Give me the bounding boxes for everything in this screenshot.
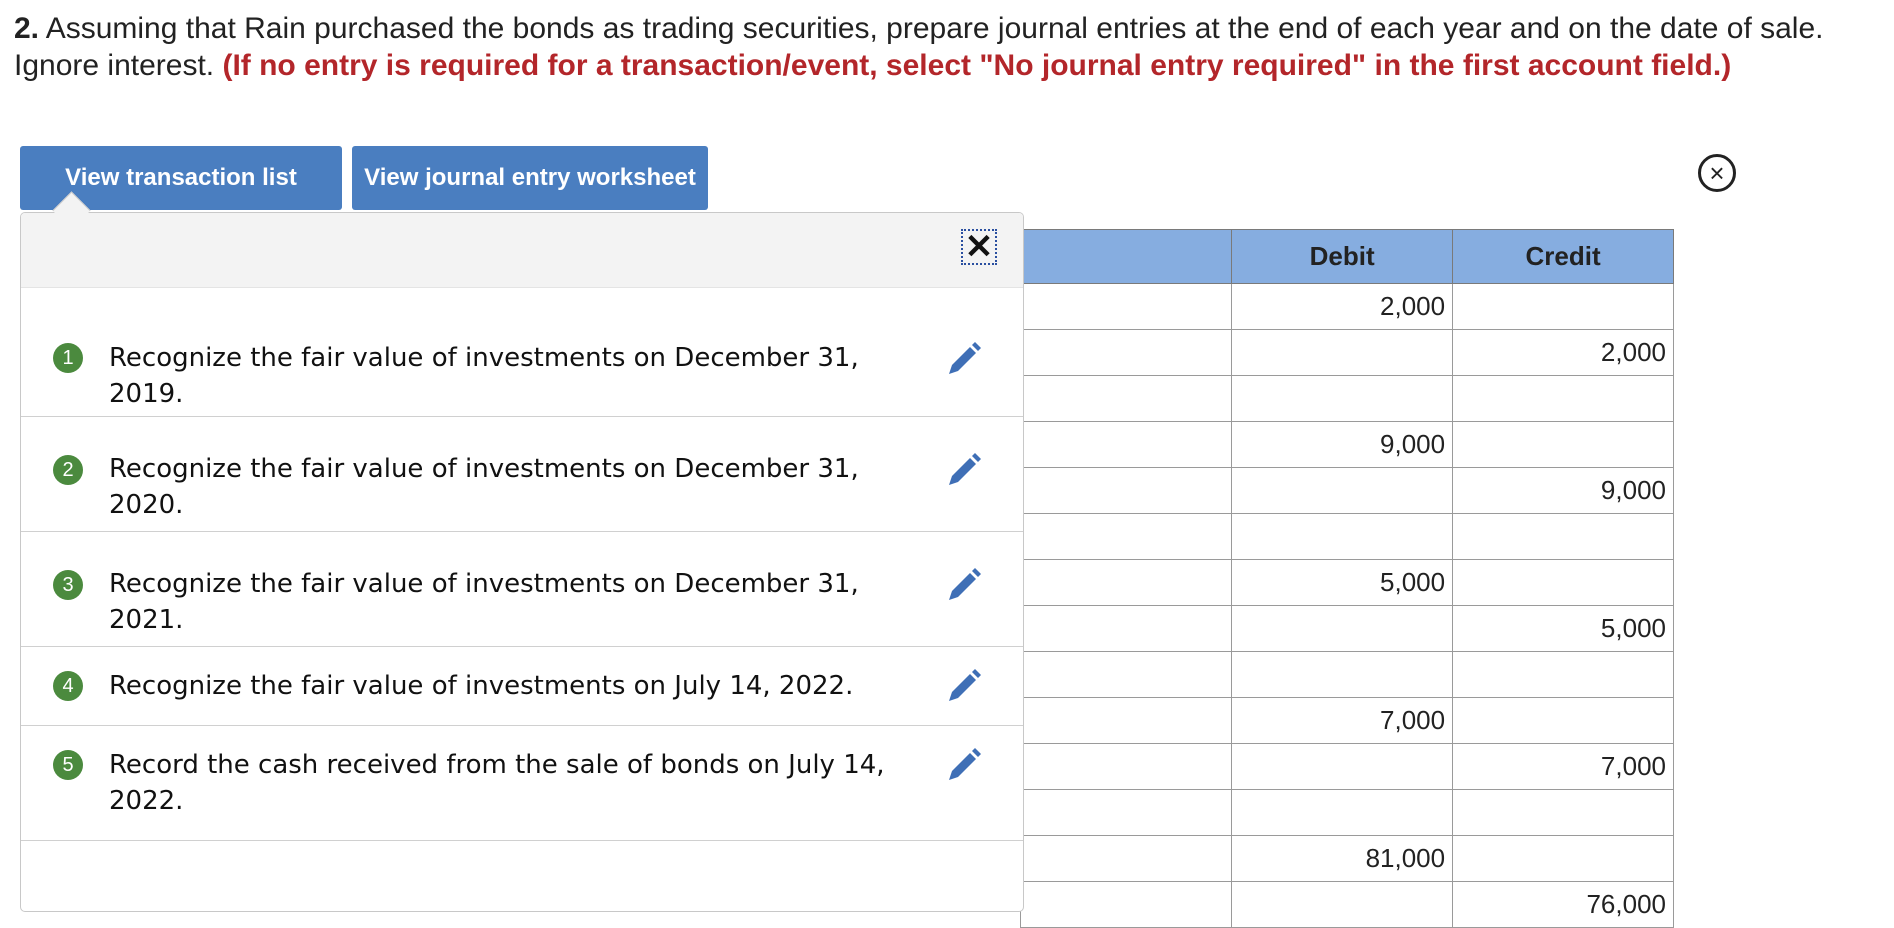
journal-account-cell[interactable] xyxy=(1019,421,1233,468)
popup-header: ✕ xyxy=(21,213,1023,288)
transaction-text: Record the cash received from the sale o… xyxy=(109,750,885,816)
transaction-item[interactable]: 2 Recognize the fair value of investment… xyxy=(21,417,1023,532)
question-note: (If no entry is required for a transacti… xyxy=(222,49,1732,82)
journal-account-cell[interactable] xyxy=(1019,329,1233,376)
journal-row: 5,000 xyxy=(1019,559,1674,606)
journal-account-cell[interactable] xyxy=(1019,559,1233,606)
journal-credit-cell[interactable] xyxy=(1452,513,1674,560)
transaction-number-badge: 2 xyxy=(53,455,83,485)
journal-account-cell[interactable] xyxy=(1019,835,1233,882)
transaction-text: Recognize the fair value of investments … xyxy=(109,569,859,635)
journal-account-cell[interactable] xyxy=(1019,697,1233,744)
journal-credit-cell[interactable] xyxy=(1452,559,1674,606)
close-icon[interactable]: × xyxy=(1698,154,1736,192)
journal-credit-cell[interactable] xyxy=(1452,651,1674,698)
header-account xyxy=(1019,229,1233,284)
journal-credit-cell[interactable]: 76,000 xyxy=(1452,881,1674,928)
journal-credit-cell[interactable] xyxy=(1452,283,1674,330)
journal-credit-cell[interactable]: 7,000 xyxy=(1452,743,1674,790)
transaction-number-badge: 5 xyxy=(53,750,83,780)
pencil-edit-icon[interactable] xyxy=(943,746,983,786)
view-journal-entry-worksheet-button[interactable]: View journal entry worksheet xyxy=(352,146,708,210)
instructions: 2. Assuming that Rain purchased the bond… xyxy=(14,10,1874,84)
journal-debit-cell[interactable]: 5,000 xyxy=(1231,559,1454,606)
journal-account-cell[interactable] xyxy=(1019,283,1233,330)
transaction-number-badge: 1 xyxy=(53,343,83,373)
transaction-number-badge: 4 xyxy=(53,671,83,701)
journal-row: 9,000 xyxy=(1019,467,1674,514)
journal-credit-cell[interactable]: 9,000 xyxy=(1452,467,1674,514)
journal-debit-cell[interactable] xyxy=(1231,605,1454,652)
transaction-item[interactable]: 1 Recognize the fair value of investment… xyxy=(21,287,1023,417)
journal-row: 9,000 xyxy=(1019,421,1674,468)
pencil-edit-icon[interactable] xyxy=(943,566,983,606)
journal-row xyxy=(1019,375,1674,422)
journal-row xyxy=(1019,651,1674,698)
journal-debit-cell[interactable] xyxy=(1231,789,1454,836)
journal-header-row: Debit Credit xyxy=(1019,229,1674,284)
journal-credit-cell[interactable] xyxy=(1452,697,1674,744)
journal-debit-cell[interactable]: 2,000 xyxy=(1231,283,1454,330)
close-symbol: × xyxy=(1709,158,1725,188)
transaction-number-badge: 3 xyxy=(53,570,83,600)
transaction-item[interactable]: 5 Record the cash received from the sale… xyxy=(21,726,1023,841)
journal-debit-cell[interactable] xyxy=(1231,513,1454,560)
journal-debit-cell[interactable]: 9,000 xyxy=(1231,421,1454,468)
journal-debit-cell[interactable] xyxy=(1231,881,1454,928)
journal-debit-cell[interactable] xyxy=(1231,375,1454,422)
popup-close-icon[interactable]: ✕ xyxy=(961,229,997,265)
journal-credit-cell[interactable]: 5,000 xyxy=(1452,605,1674,652)
journal-account-cell[interactable] xyxy=(1019,605,1233,652)
journal-row: 2,000 xyxy=(1019,329,1674,376)
journal-debit-cell[interactable] xyxy=(1231,467,1454,514)
journal-credit-cell[interactable] xyxy=(1452,835,1674,882)
journal-row: 5,000 xyxy=(1019,605,1674,652)
transaction-item[interactable]: 4 Recognize the fair value of investment… xyxy=(21,647,1023,726)
journal-account-cell[interactable] xyxy=(1019,789,1233,836)
journal-row: 81,000 xyxy=(1019,835,1674,882)
journal-debit-cell[interactable]: 81,000 xyxy=(1231,835,1454,882)
journal-credit-cell[interactable]: 2,000 xyxy=(1452,329,1674,376)
journal-row: 7,000 xyxy=(1019,697,1674,744)
journal-debit-cell[interactable] xyxy=(1231,329,1454,376)
transaction-item[interactable]: 3 Recognize the fair value of investment… xyxy=(21,532,1023,647)
transaction-text: Recognize the fair value of investments … xyxy=(109,454,859,520)
journal-debit-cell[interactable]: 7,000 xyxy=(1231,697,1454,744)
journal-table: Debit Credit 2,000 2,000 9,000 9,000 5,000 5,… xyxy=(1019,229,1674,928)
transaction-text: Recognize the fair value of investments … xyxy=(109,671,854,701)
journal-credit-cell[interactable] xyxy=(1452,375,1674,422)
journal-debit-cell[interactable] xyxy=(1231,743,1454,790)
journal-credit-cell[interactable] xyxy=(1452,789,1674,836)
journal-row xyxy=(1019,513,1674,560)
journal-row: 76,000 xyxy=(1019,881,1674,928)
journal-account-cell[interactable] xyxy=(1019,651,1233,698)
question-number: 2. xyxy=(14,12,40,45)
journal-account-cell[interactable] xyxy=(1019,881,1233,928)
journal-row: 7,000 xyxy=(1019,743,1674,790)
journal-account-cell[interactable] xyxy=(1019,513,1233,560)
pencil-edit-icon[interactable] xyxy=(943,340,983,380)
journal-row xyxy=(1019,789,1674,836)
journal-account-cell[interactable] xyxy=(1019,467,1233,514)
journal-credit-cell[interactable] xyxy=(1452,421,1674,468)
journal-row: 2,000 xyxy=(1019,283,1674,330)
header-debit: Debit xyxy=(1231,229,1454,284)
journal-account-cell[interactable] xyxy=(1019,743,1233,790)
transaction-list-popup: ✕ 1 Recognize the fair value of investme… xyxy=(20,212,1024,912)
pencil-edit-icon[interactable] xyxy=(943,451,983,491)
header-credit: Credit xyxy=(1452,229,1674,284)
pencil-edit-icon[interactable] xyxy=(943,667,983,707)
journal-debit-cell[interactable] xyxy=(1231,651,1454,698)
transaction-text: Recognize the fair value of investments … xyxy=(109,343,859,409)
journal-account-cell[interactable] xyxy=(1019,375,1233,422)
